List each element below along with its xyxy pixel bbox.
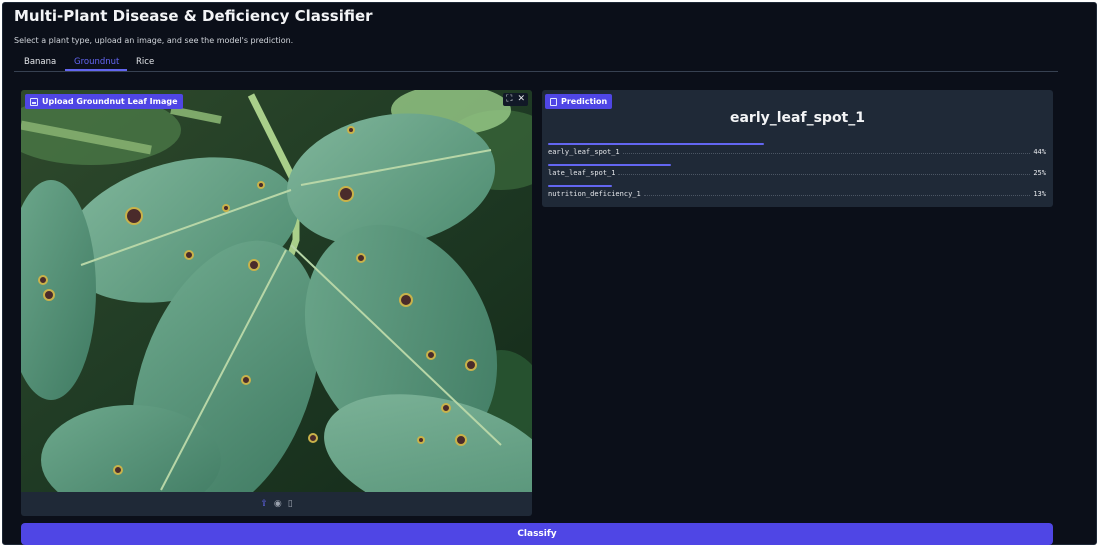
confidence-label: early_leaf_spot_1 bbox=[548, 148, 620, 156]
fullscreen-icon[interactable]: ⛶ bbox=[506, 95, 512, 104]
tab-groundnut[interactable]: Groundnut bbox=[74, 57, 119, 67]
confidence-leader bbox=[618, 173, 1031, 175]
app-window: Multi-Plant Disease & Deficiency Classif… bbox=[2, 2, 1097, 545]
image-upload-panel[interactable]: Upload Groundnut Leaf Image ⛶ ✕ ⇪ ◉ ▯ bbox=[21, 90, 532, 516]
upload-source-toolbar: ⇪ ◉ ▯ bbox=[21, 492, 532, 516]
confidence-value: 44% bbox=[1033, 148, 1046, 156]
prediction-panel: Prediction early_leaf_spot_1 early_leaf_… bbox=[542, 90, 1053, 207]
close-icon[interactable]: ✕ bbox=[517, 95, 525, 104]
image-icon bbox=[30, 97, 38, 106]
upload-panel-label-text: Upload Groundnut Leaf Image bbox=[42, 97, 178, 106]
tab-rice[interactable]: Rice bbox=[136, 57, 154, 67]
confidence-value: 13% bbox=[1033, 190, 1046, 198]
confidence-label: late_leaf_spot_1 bbox=[548, 169, 616, 177]
page-subtitle: Select a plant type, upload an image, an… bbox=[14, 36, 294, 45]
label-icon bbox=[550, 97, 557, 106]
image-actions: ⛶ ✕ bbox=[503, 93, 528, 106]
prediction-panel-label-text: Prediction bbox=[561, 97, 608, 106]
active-tab-indicator bbox=[65, 69, 127, 71]
page-title: Multi-Plant Disease & Deficiency Classif… bbox=[14, 7, 373, 25]
groundnut-leaf-image bbox=[21, 90, 532, 492]
prediction-panel-label: Prediction bbox=[545, 94, 613, 109]
top-prediction: early_leaf_spot_1 bbox=[729, 110, 865, 126]
confidence-bar bbox=[548, 143, 764, 145]
confidence-bar bbox=[548, 164, 671, 166]
upload-panel-label: Upload Groundnut Leaf Image bbox=[25, 94, 183, 109]
confidence-bar bbox=[548, 185, 612, 187]
confidence-row: late_leaf_spot_1 25% bbox=[548, 164, 1046, 182]
confidence-leader bbox=[622, 152, 1031, 154]
webcam-icon[interactable]: ◉ bbox=[274, 499, 282, 509]
confidence-label: nutrition_deficiency_1 bbox=[548, 190, 641, 198]
confidence-row: early_leaf_spot_1 44% bbox=[548, 143, 1046, 161]
confidence-value: 25% bbox=[1033, 169, 1046, 177]
upload-icon[interactable]: ⇪ bbox=[260, 499, 268, 509]
plant-tabs: Banana Groundnut Rice bbox=[14, 52, 1058, 72]
confidence-leader bbox=[643, 194, 1031, 196]
tab-banana[interactable]: Banana bbox=[24, 57, 56, 67]
clipboard-icon[interactable]: ▯ bbox=[288, 499, 293, 509]
classify-button[interactable]: Classify bbox=[21, 523, 1053, 545]
confidence-row: nutrition_deficiency_1 13% bbox=[548, 185, 1046, 203]
